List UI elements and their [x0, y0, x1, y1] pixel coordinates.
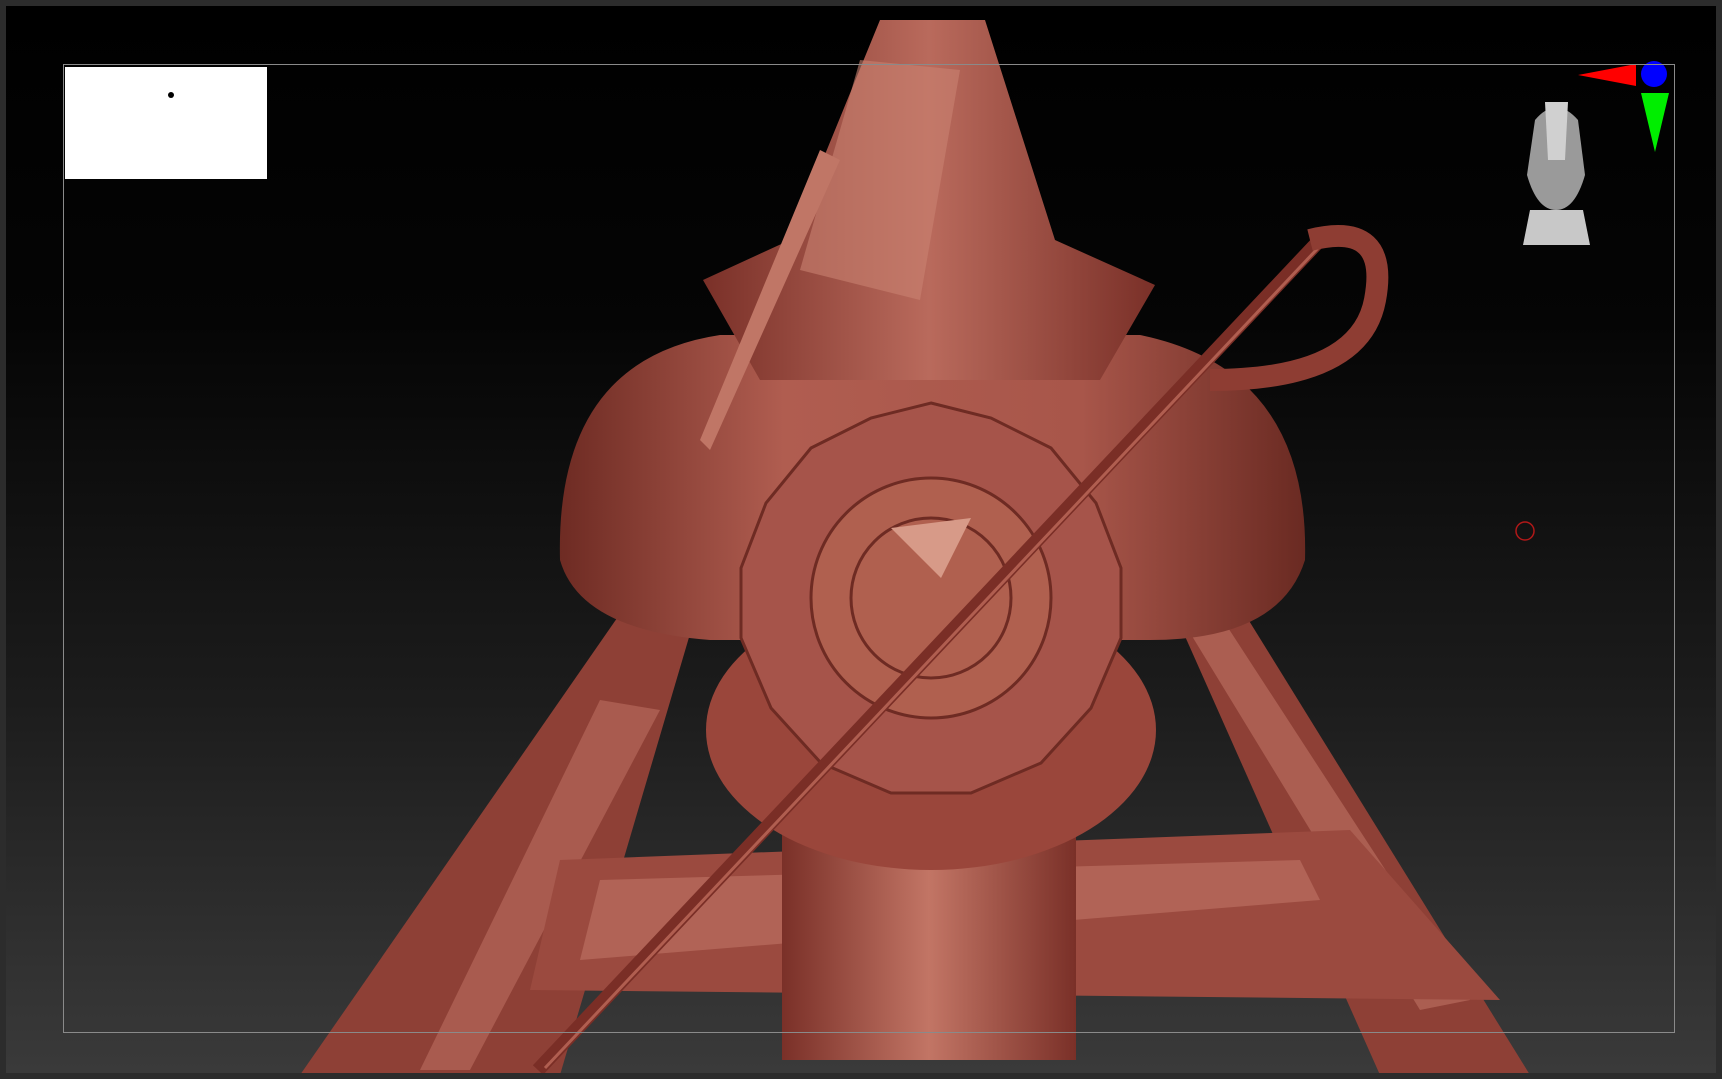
brush-cursor-icon	[1515, 521, 1535, 541]
navigator-position-marker	[168, 92, 174, 98]
tail	[1209, 225, 1389, 391]
orientation-head-icon[interactable]	[1523, 102, 1590, 245]
x-axis-icon[interactable]	[1578, 64, 1636, 86]
z-axis-icon[interactable]	[1641, 61, 1667, 87]
navigator-thumbnail[interactable]	[65, 67, 267, 179]
y-axis-icon[interactable]	[1641, 93, 1669, 152]
3d-viewport[interactable]	[6, 6, 1716, 1073]
